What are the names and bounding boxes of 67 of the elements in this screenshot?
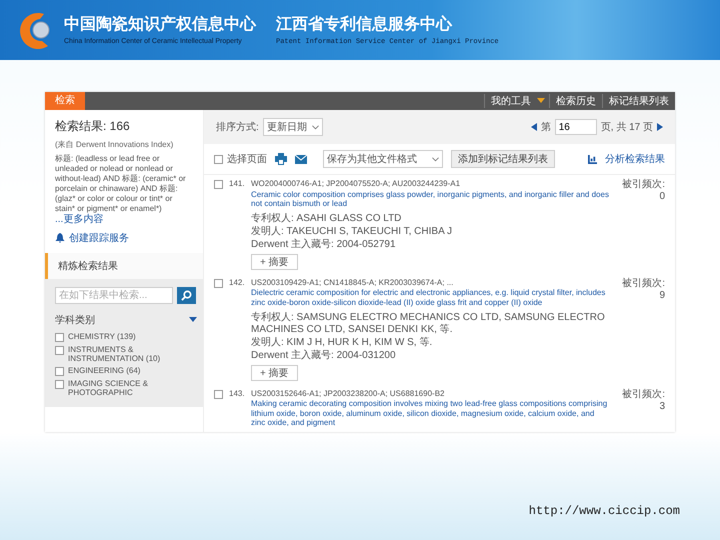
nav-link[interactable]: 我的工具: [484, 94, 537, 108]
results-count: 检索结果: 166: [55, 118, 131, 135]
nav-link[interactable]: 标记结果列表: [602, 94, 675, 108]
page-prefix: 第: [540, 121, 551, 134]
bar-chart-icon: [588, 154, 597, 164]
assignee-text: 专利权人: SAMSUNG ELECTRO MECHANICS CO LTD, SAMSUNG ELECTRO MACHINES CO LTD, SANSEI DENKI KK, 等.: [251, 312, 606, 336]
patent-numbers: US2003109429-A1; CN1418845-A; KR2003039674-A; ...: [251, 278, 454, 288]
inventor-text: 发明人: TAKEUCHI S, TAKEUCHI T, CHIBA J: [251, 226, 453, 238]
center-title: 江西省专利信息服务中心: [276, 14, 452, 35]
results-source: (来自 Derwent Innovations Index): [55, 139, 174, 150]
previous-page-icon[interactable]: [530, 123, 537, 131]
add-to-marked-list-button[interactable]: 添加到标记结果列表: [451, 150, 555, 168]
citation-count: 被引频次: 3: [621, 388, 665, 414]
more-link[interactable]: ...更多内容: [55, 214, 104, 225]
assignee-text: 专利权人: ASAHI GLASS CO LTD: [251, 212, 402, 225]
category-checkbox[interactable]: [55, 366, 64, 376]
select-page-checkbox[interactable]: [214, 155, 223, 164]
alert-link[interactable]: 创建跟踪服务: [69, 230, 129, 244]
citation-count: 被引频次: 9: [621, 278, 665, 303]
nav-link[interactable]: 检索历史: [549, 94, 602, 108]
record-title-link[interactable]: Dielectric ceramic composition for electric and electronic appliances, e.g. liquid crystal filter, includes zinc oxide-boron oxide-silicon dioxide-lead (II) oxide glass frit and copper (II) oxide: [251, 288, 609, 308]
refine-heading: 精炼检索结果: [45, 252, 203, 278]
search-field[interactable]: 在如下结果中检索...: [55, 286, 173, 304]
accession-number: Derwent 主入藏号: 2004-052791: [251, 238, 397, 251]
record-number: 141.: [229, 179, 245, 190]
citation-count: 被引频次: 0: [621, 179, 665, 204]
record-number: 143.: [229, 388, 245, 400]
bell-icon: [55, 232, 65, 242]
category-heading: 学科类别: [55, 314, 95, 326]
patent-numbers: WO2004000746-A1; JP2004075520-A; AU2003244239-A1: [251, 179, 462, 189]
category-checkbox[interactable]: [55, 346, 64, 354]
category-label: CHEMISTRY (139): [68, 332, 136, 340]
record-checkbox[interactable]: [214, 390, 223, 399]
page-field[interactable]: 16: [554, 119, 597, 135]
caret-icon: [537, 98, 545, 104]
category-checkbox[interactable]: [55, 332, 64, 342]
inventor-text: 发明人: KIM J H, HUR K H, KIM W S, 等.: [251, 336, 434, 349]
center-title: 中国陶瓷知识产权信息中心: [64, 14, 258, 35]
record-title-link[interactable]: Ceramic color composition comprises glass powder, inorganic pigments, and inorganic filler and does not contain bismuth or lead: [251, 190, 609, 209]
website-url: http://www.ciccip.com: [528, 504, 680, 518]
patent-numbers: US2003152646-A1; JP2003238200-A; US6881690-B2: [251, 388, 446, 398]
abstract-button[interactable]: + 摘要: [251, 364, 298, 381]
sort-label: 排序方式:: [216, 120, 259, 134]
abstract-button[interactable]: + 摘要: [251, 254, 298, 270]
record-checkbox[interactable]: [214, 278, 223, 288]
print-icon[interactable]: [275, 153, 287, 165]
next-page-icon[interactable]: [657, 123, 663, 131]
record-number: 142.: [229, 278, 245, 289]
select-page-label: 选择页面: [227, 152, 267, 166]
sort-select[interactable]: 更新日期: [262, 118, 323, 136]
record-title-link[interactable]: Making ceramic decorating composition involves mixing two lead-free glass compositions comprising lithium oxide, boron oxide, aluminum oxide, silicon dioxide, magnesium oxide, calcium oxide, and zinc oxide, and pigment: [251, 399, 609, 428]
chevron-down-icon: [432, 156, 439, 162]
search-icon: [181, 290, 192, 300]
category-label: IMAGING SCIENCE & PHOTOGRAPHIC: [68, 378, 150, 396]
analyze-results-link[interactable]: 分析检索结果: [605, 152, 665, 166]
category-label: INSTRUMENTS & INSTRUMENTATION (10): [68, 344, 162, 362]
accession-number: Derwent 主入藏号: 2004-031200: [251, 350, 397, 362]
chevron-down-icon: [312, 124, 319, 130]
category-label: ENGINEERING (64): [68, 366, 140, 374]
email-icon[interactable]: [295, 154, 307, 164]
query-text: 标题: (leadless or lead free or unleaded or nolead or nonlead or without-lead) AND 标题: (ceramic* or porcelain or chinaware) AND 标题: (glaz* or color or colour or tint* or stain* or pigment* or enamel*): [55, 154, 186, 213]
save-format-select[interactable]: 保存为其他文件格式: [323, 150, 443, 168]
search-button[interactable]: [177, 286, 196, 304]
category-checkbox[interactable]: [55, 380, 64, 388]
collapse-triangle-icon[interactable]: [189, 316, 197, 324]
page-count: 页, 共 17 页: [600, 120, 653, 134]
record-checkbox[interactable]: [214, 180, 223, 189]
